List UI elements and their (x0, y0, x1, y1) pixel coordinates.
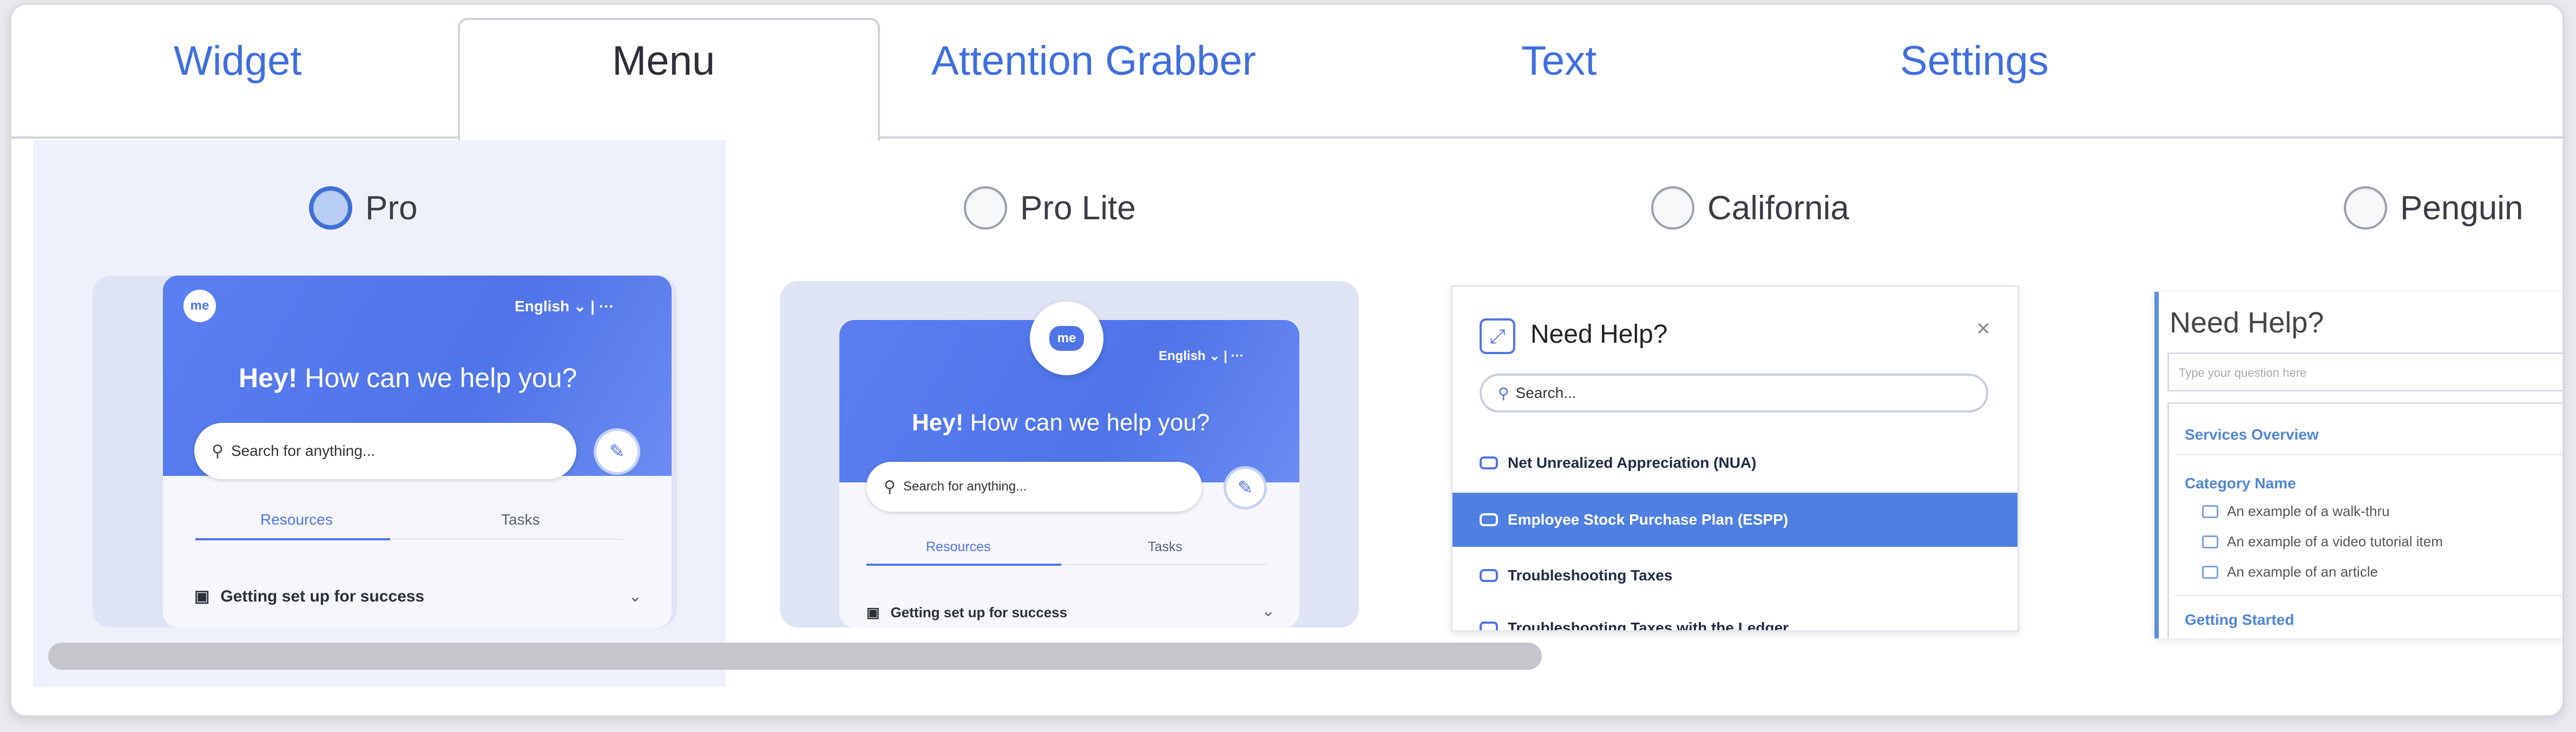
search-icon: ⚲ (212, 442, 224, 460)
pro-language-selector[interactable]: English ⌄ | ··· (515, 297, 614, 315)
penguin-sub-item[interactable]: An example of a walk-thru (2202, 503, 2390, 520)
radio-pro[interactable] (309, 186, 352, 230)
pro-tab-tasks[interactable]: Tasks (501, 511, 540, 528)
option-pro-lite[interactable]: Pro Lite English ⌄ | ··· Hey! How can we… (726, 140, 1408, 687)
radio-penguin-label: Penguin (2400, 189, 2524, 227)
pro-lite-tab-tasks[interactable]: Tasks (1148, 539, 1182, 555)
radio-pro-row[interactable]: Pro (309, 186, 417, 230)
penguin-services-overview[interactable]: Services Overview (2185, 426, 2319, 443)
radio-pro-lite[interactable] (964, 186, 1007, 230)
pro-list-item[interactable]: ▣ Getting set up for success (194, 587, 424, 606)
radio-pro-label: Pro (365, 189, 418, 227)
tab-menu[interactable]: Menu (612, 37, 715, 84)
pro-logo: me (183, 290, 216, 322)
menu-options-area: Pro me English ⌄ | ··· Hey! How can we h… (11, 140, 2562, 715)
radio-penguin[interactable] (2344, 186, 2387, 230)
penguin-search-input[interactable]: Type your question here (2167, 352, 2562, 391)
pro-lite-chat-button[interactable]: ✎ (1224, 466, 1267, 509)
video-icon (2202, 535, 2218, 548)
california-search-input[interactable]: ⚲ Search... (1480, 374, 1988, 413)
penguin-sub-item[interactable]: An example of a video tutorial item (2202, 533, 2443, 550)
tab-settings[interactable]: Settings (1900, 37, 2049, 84)
folder-icon: ▣ (194, 587, 210, 605)
penguin-title: Need Help? (2170, 306, 2324, 339)
chat-icon (1480, 456, 1498, 469)
menu-settings-window: Widget Menu Attention Grabber Text Setti… (10, 3, 2564, 717)
penguin-divider (2175, 595, 2562, 596)
pro-lite-greeting: Hey! How can we help you? (912, 409, 1210, 436)
horizontal-scrollbar-thumb[interactable] (48, 643, 1542, 670)
pro-widget: me English ⌄ | ··· Hey! How can we help … (163, 276, 672, 628)
search-icon: ⚲ (884, 478, 896, 496)
chat-icon (1480, 622, 1498, 630)
radio-california-label: California (1707, 189, 1849, 227)
pro-tab-resources[interactable]: Resources (260, 511, 333, 528)
pro-lite-preview: English ⌄ | ··· Hey! How can we help you… (780, 281, 1359, 628)
pro-lite-logo: me (1049, 326, 1084, 351)
california-row[interactable]: Troubleshooting Taxes with the Ledger (1453, 604, 2018, 630)
pro-lite-tab-divider (1061, 564, 1267, 565)
pro-lite-tab-underline (866, 564, 1061, 566)
radio-california-row[interactable]: California (1651, 186, 1849, 230)
tab-widget[interactable]: Widget (174, 37, 302, 84)
folder-icon: ▣ (866, 604, 880, 620)
option-california[interactable]: California ⤢ Need Help? × ⚲ Search... Net… (1408, 140, 2100, 687)
pro-tab-underline (195, 538, 390, 540)
pro-greeting: Hey! How can we help you? (239, 363, 577, 393)
tab-bar: Widget Menu Attention Grabber Text Setti… (11, 5, 2562, 141)
chat-icon (1480, 513, 1498, 526)
california-row-highlighted[interactable]: Employee Stock Purchase Plan (ESPP) (1453, 493, 2018, 547)
pro-tab-divider (390, 539, 623, 540)
option-pro[interactable]: Pro me English ⌄ | ··· Hey! How can we h… (33, 140, 726, 687)
article-icon (2202, 565, 2218, 579)
expand-icon: ⤢ (1480, 318, 1515, 354)
chevron-down-icon[interactable]: ⌄ (1261, 602, 1275, 620)
pro-preview: me English ⌄ | ··· Hey! How can we help … (93, 276, 677, 628)
california-title: Need Help? (1530, 320, 1668, 349)
radio-pro-lite-label: Pro Lite (1020, 189, 1136, 227)
tab-attention-grabber[interactable]: Attention Grabber (931, 37, 1256, 84)
chevron-down-icon[interactable]: ⌄ (628, 587, 642, 606)
search-icon: ⚲ (1498, 384, 1509, 402)
tab-text[interactable]: Text (1521, 37, 1596, 84)
radio-california[interactable] (1651, 186, 1694, 230)
radio-penguin-row[interactable]: Penguin (2344, 186, 2524, 230)
penguin-preview: Need Help? Type your question here Servi… (2154, 292, 2562, 638)
pro-search-input[interactable]: ⚲ Search for anything... (194, 423, 576, 479)
penguin-sub-item[interactable]: An example of an article (2202, 564, 2378, 580)
pro-chat-button[interactable]: ✎ (594, 428, 640, 475)
option-penguin[interactable]: Penguin Need Help? Type your question he… (2100, 140, 2562, 687)
pro-lite-search-input[interactable]: ⚲ Search for anything... (866, 462, 1202, 512)
california-row[interactable]: Troubleshooting Taxes (1453, 551, 2018, 600)
california-row[interactable]: Net Unrealized Appreciation (NUA) (1453, 439, 2018, 487)
pro-lite-logo-badge: me (1030, 302, 1103, 375)
california-preview: ⤢ Need Help? × ⚲ Search... Net Unrealized… (1451, 285, 2019, 632)
close-icon[interactable]: × (1976, 315, 1990, 342)
radio-pro-lite-row[interactable]: Pro Lite (964, 186, 1136, 230)
pro-lite-language-selector[interactable]: English ⌄ | ··· (1159, 348, 1244, 364)
pro-lite-tab-resources[interactable]: Resources (926, 539, 991, 555)
penguin-category-name[interactable]: Category Name (2185, 475, 2296, 492)
walkthru-icon (2202, 505, 2218, 518)
penguin-getting-started[interactable]: Getting Started (2185, 611, 2294, 629)
chat-icon (1480, 569, 1498, 582)
penguin-divider (2175, 454, 2562, 455)
pro-lite-list-item[interactable]: ▣ Getting set up for success (866, 604, 1067, 621)
